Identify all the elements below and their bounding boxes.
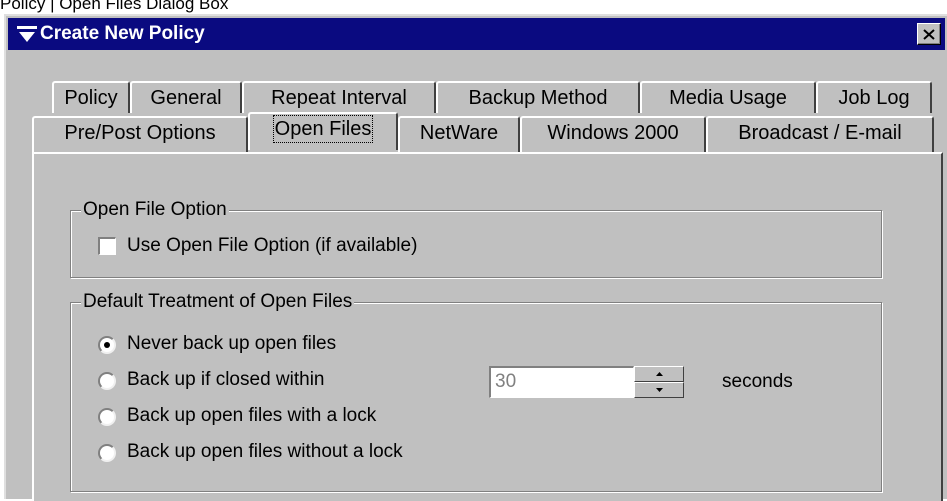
seconds-spinner[interactable] (634, 366, 684, 398)
tab-media-usage[interactable]: Media Usage (640, 81, 816, 113)
tab-label: General (150, 87, 222, 109)
arrow-down-icon (656, 388, 663, 392)
radio-label[interactable]: Back up open files with a lock (127, 404, 376, 428)
radio-never-back-up[interactable] (98, 336, 116, 354)
tab-label: NetWare (419, 122, 499, 144)
tab-label: Backup Method (468, 87, 608, 109)
radio-back-up-without-lock[interactable] (98, 444, 116, 462)
close-icon (923, 28, 935, 40)
page-caption: Policy | Open Files Dialog Box (0, 0, 229, 13)
tab-label: Open Files (272, 115, 374, 143)
tab-repeat-interval[interactable]: Repeat Interval (242, 81, 436, 113)
tab-label: Repeat Interval (271, 87, 407, 109)
tab-netware[interactable]: NetWare (398, 116, 520, 152)
spin-down-button[interactable] (634, 382, 684, 398)
tab-broadcast-email[interactable]: Broadcast / E-mail (706, 116, 934, 152)
tab-label: Policy (64, 87, 118, 109)
radio-selected-dot (104, 342, 110, 348)
tab-label: Media Usage (669, 87, 787, 109)
title-bar[interactable]: Create New Policy (8, 18, 945, 50)
spin-up-button[interactable] (634, 366, 684, 382)
tab-label: Windows 2000 (547, 122, 679, 144)
use-open-file-option-checkbox[interactable] (98, 237, 116, 255)
radio-label[interactable]: Back up open files without a lock (127, 440, 403, 464)
radio-label[interactable]: Back up if closed within (127, 368, 325, 392)
tab-pre-post-options[interactable]: Pre/Post Options (32, 116, 248, 152)
radio-label[interactable]: Never back up open files (127, 332, 336, 356)
tab-job-log[interactable]: Job Log (816, 81, 932, 113)
group-label: Open File Option (81, 198, 229, 222)
radio-back-up-with-lock[interactable] (98, 408, 116, 426)
tab-backup-method[interactable]: Backup Method (436, 81, 640, 113)
tab-label: Pre/Post Options (64, 122, 216, 144)
close-button[interactable] (917, 23, 941, 45)
tab-label: Job Log (838, 87, 910, 109)
radio-back-up-if-closed[interactable] (98, 372, 116, 390)
group-label: Default Treatment of Open Files (81, 290, 355, 314)
arrow-up-icon (656, 372, 663, 376)
dialog-window: Create New Policy Policy General Repeat … (4, 14, 947, 501)
use-open-file-option-label[interactable]: Use Open File Option (if available) (127, 234, 417, 258)
seconds-label: seconds (722, 371, 793, 392)
seconds-input[interactable]: 30 (489, 366, 634, 398)
tab-policy[interactable]: Policy (52, 81, 130, 113)
window-title: Create New Policy (40, 23, 205, 44)
menu-down-icon[interactable] (16, 25, 38, 43)
tab-general[interactable]: General (130, 81, 242, 113)
tab-label: Broadcast / E-mail (738, 122, 902, 144)
tab-open-files[interactable]: Open Files (248, 112, 398, 150)
tab-windows-2000[interactable]: Windows 2000 (520, 116, 706, 152)
